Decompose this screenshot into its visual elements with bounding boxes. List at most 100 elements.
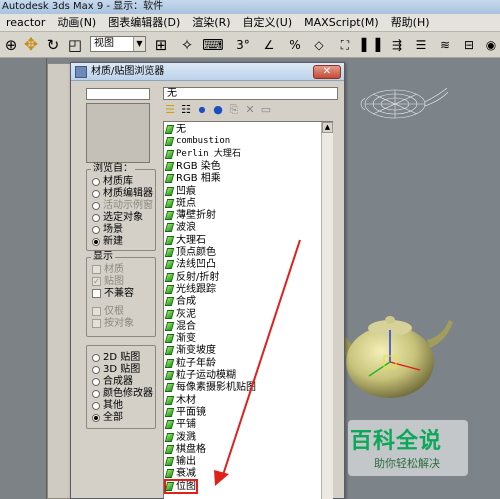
menu-item-rendering[interactable]: 渲染(R) <box>186 14 236 32</box>
map-list-item-label: 渐变坡度 <box>176 345 216 357</box>
map-list-item[interactable]: 木材 <box>164 394 196 406</box>
map-type-compositors[interactable]: 合成器 <box>92 376 133 387</box>
view-list-icons-icon[interactable]: ☷ <box>179 103 193 117</box>
map-list-item[interactable]: 合成 <box>164 296 196 307</box>
map-list-item[interactable]: 法线凹凸 <box>164 259 216 270</box>
scale-icon[interactable]: ◰ <box>64 35 86 55</box>
browse-from-selected[interactable]: 选定对象 <box>92 212 143 223</box>
delete-icon[interactable]: ✕ <box>243 103 257 117</box>
rotate-icon[interactable]: ↻ <box>42 35 64 55</box>
browser-title: 材质/贴图浏览器 <box>91 66 165 77</box>
map-type-color-mods[interactable]: 颜色修改器 <box>92 388 153 399</box>
percent-snap-icon[interactable]: % <box>284 35 306 55</box>
browse-from-mtl-library[interactable]: 材质库 <box>92 176 133 187</box>
spinner-snap-icon[interactable]: ◇ <box>308 35 330 55</box>
material-editor-icon[interactable]: ◉ <box>480 35 500 55</box>
map-list-item[interactable]: 粒子运动模糊 <box>164 370 236 381</box>
map-list-item[interactable]: Perlin 大理石 <box>164 149 241 160</box>
selected-map-name[interactable]: 无 <box>163 87 338 100</box>
map-list-item[interactable]: RGB 染色 <box>164 161 221 172</box>
move-icon[interactable]: ✥ <box>20 35 42 55</box>
map-type-all[interactable]: 全部 <box>92 412 123 423</box>
map-type-icon <box>164 297 175 307</box>
map-type-icon <box>164 198 175 208</box>
map-list-item[interactable]: RGB 相乘 <box>164 173 221 184</box>
map-list-item[interactable]: 衰减 <box>164 468 196 479</box>
select-icon[interactable]: ⊕ <box>0 35 22 55</box>
map-list-item[interactable]: 棋盘格 <box>164 444 206 455</box>
name-field[interactable] <box>86 88 150 100</box>
map-list-item[interactable]: 渐变坡度 <box>164 345 216 357</box>
map-list-item[interactable]: 输出 <box>164 456 196 467</box>
map-list-item[interactable]: 平铺 <box>164 419 196 430</box>
map-list-item[interactable]: 每像素摄影机贴图 <box>164 382 256 394</box>
menu-item-help[interactable]: 帮助(H) <box>385 14 436 32</box>
map-list-item-label: 每像素摄影机贴图 <box>176 382 256 394</box>
map-list-item[interactable]: 混合 <box>164 321 196 332</box>
map-list[interactable]: 无 combustion Perlin 大理石 RGB 染色 RGB 相乘 凹痕 斑点 薄壁折… <box>163 121 333 499</box>
radio-icon <box>92 377 100 386</box>
menu-item-animation[interactable]: 动画(N) <box>51 14 102 32</box>
align-icon[interactable]: ⇶ <box>386 35 408 55</box>
map-list-item-label: 薄壁折射 <box>176 210 216 222</box>
browse-from-new[interactable]: 新建 <box>92 236 123 247</box>
update-scene-icon[interactable]: ⎘ <box>227 103 241 117</box>
map-list-item[interactable]: 反射/折射 <box>164 272 219 283</box>
map-list-item[interactable]: 灰泥 <box>164 309 196 320</box>
browse-from-scene[interactable]: 场景 <box>92 224 123 235</box>
clear-library-icon[interactable]: ▭ <box>259 103 273 117</box>
map-list-item-label: 木材 <box>176 394 196 406</box>
map-list-item[interactable]: 光线跟踪 <box>164 283 216 295</box>
map-list-item[interactable]: 薄壁折射 <box>164 210 216 222</box>
angle-snap-icon[interactable]: ∠ <box>258 35 280 55</box>
show-incompatible-checkbox[interactable]: 不兼容 <box>92 288 134 299</box>
list-scrollbar[interactable]: ▲ <box>321 122 333 499</box>
browser-title-bar[interactable]: 材质/贴图浏览器 ✕ <box>71 63 344 81</box>
layer-manager-icon[interactable]: ☰ <box>410 35 432 55</box>
by-object-checkbox: 按对象 <box>92 318 134 329</box>
map-list-item[interactable]: 凹痕 <box>164 186 196 197</box>
pivot-icon[interactable]: ⊞ <box>150 35 172 55</box>
curve-editor-icon[interactable]: ≋ <box>434 35 456 55</box>
view-large-icons-icon[interactable]: ● <box>211 103 225 117</box>
root-only-checkbox: 仅根 <box>92 306 124 317</box>
map-type-icon <box>164 407 175 417</box>
map-type-2d[interactable]: 2D 贴图 <box>92 352 140 363</box>
map-list-item[interactable]: 渐变 <box>164 333 196 344</box>
map-type-3d[interactable]: 3D 贴图 <box>92 364 140 375</box>
map-list-item[interactable]: 大理石 <box>164 235 206 246</box>
wireframe-teapot[interactable] <box>355 84 450 124</box>
map-list-item[interactable]: 波浪 <box>164 222 196 233</box>
scroll-up-icon[interactable]: ▲ <box>322 122 333 133</box>
shaded-teapot[interactable] <box>335 300 455 415</box>
browse-from-mtl-editor[interactable]: 材质编辑器 <box>92 188 153 199</box>
map-list-item[interactable]: 无 <box>164 124 186 135</box>
map-list-item[interactable]: 泼溅 <box>164 432 196 443</box>
map-list-item[interactable]: 粒子年龄 <box>164 358 216 369</box>
map-list-item[interactable]: 顶点颜色 <box>164 247 216 258</box>
select-manipulate-icon[interactable]: ✧ <box>176 35 198 55</box>
menu-item-graph-editors[interactable]: 图表编辑器(D) <box>102 14 186 32</box>
map-list-item[interactable]: 位图 <box>164 478 198 494</box>
close-button[interactable]: ✕ <box>313 65 341 79</box>
keyboard-shortcut-icon[interactable]: ⌨ <box>202 35 224 55</box>
named-selection-icon[interactable]: ⛶ <box>334 35 356 55</box>
menu-bar: reactor 动画(N) 图表编辑器(D) 渲染(R) 自定义(U) MAXS… <box>0 14 500 32</box>
radio-icon <box>92 189 100 198</box>
map-list-item-label: 光线跟踪 <box>176 283 216 295</box>
menu-item-customize[interactable]: 自定义(U) <box>237 14 299 32</box>
view-small-icons-icon[interactable]: ● <box>195 103 209 117</box>
map-list-item[interactable]: combustion <box>164 136 230 147</box>
menu-item-reactor[interactable]: reactor <box>0 14 51 32</box>
view-list-icon[interactable]: ☰ <box>163 103 177 117</box>
mirror-icon[interactable]: ▌▐ <box>360 35 382 55</box>
menu-item-maxscript[interactable]: MAXScript(M) <box>298 14 385 32</box>
map-type-other[interactable]: 其他 <box>92 400 123 411</box>
map-list-item-label: 平面镜 <box>176 406 206 418</box>
snap-3d-icon[interactable]: 3° <box>232 35 254 55</box>
map-list-item[interactable]: 斑点 <box>164 198 196 209</box>
radio-selected-icon <box>92 413 100 422</box>
map-list-item[interactable]: 平面镜 <box>164 406 206 418</box>
schematic-view-icon[interactable]: ⊟ <box>458 35 480 55</box>
reference-coordinate-dropdown[interactable]: 视图 ▼ <box>90 36 146 52</box>
